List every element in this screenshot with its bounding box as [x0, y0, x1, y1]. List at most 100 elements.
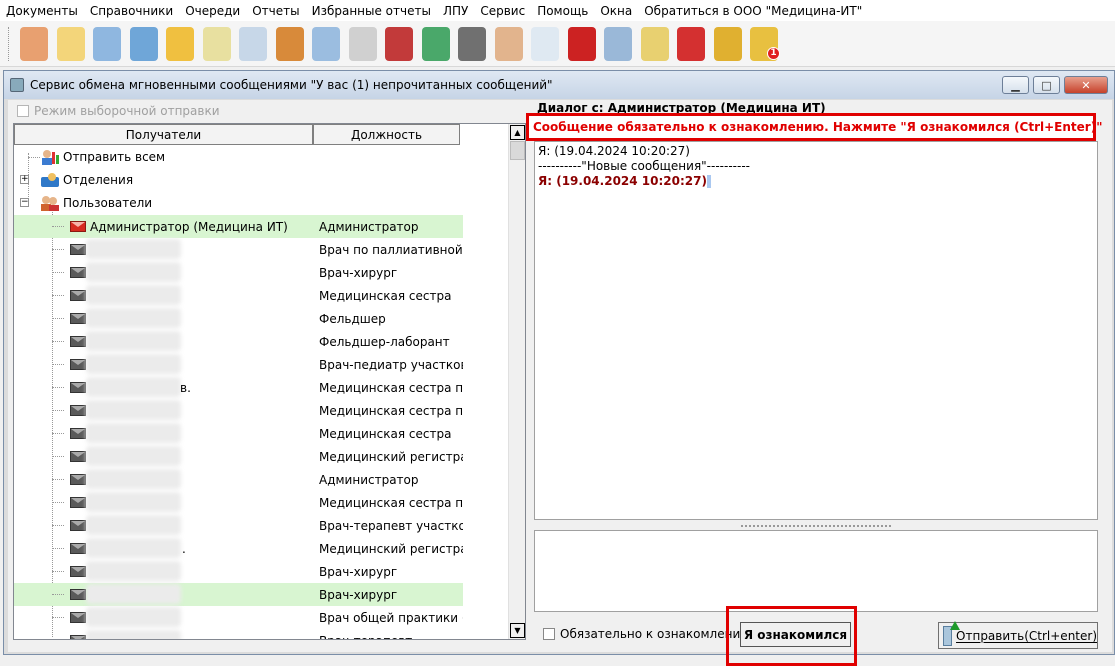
menu-item[interactable]: Документы [6, 4, 78, 18]
dialog-pane: Диалог с: Администратор (Медицина ИТ) Со… [526, 100, 1112, 666]
selective-send-checkbox[interactable]: Режим выборочной отправки [17, 102, 220, 119]
padlock-icon[interactable] [713, 26, 742, 61]
toolbar-grip[interactable] [8, 26, 11, 61]
user-row[interactable]: Фельдшер-лаборант [14, 330, 463, 353]
user-row[interactable]: Врач-терапевт [14, 629, 463, 639]
notepad-icon[interactable] [202, 26, 231, 61]
column-position[interactable]: Должность [313, 124, 460, 145]
message-input[interactable] [534, 530, 1098, 612]
scroll-down-icon[interactable]: ▼ [510, 623, 525, 638]
menu-item[interactable]: Очереди [185, 4, 240, 18]
envelope-icon [70, 635, 86, 639]
user-row[interactable]: Врач-терапевт участков [14, 514, 463, 537]
acknowledge-button[interactable]: Я ознакомился [740, 622, 851, 647]
history-splitter[interactable] [534, 523, 1098, 529]
tree-node-users[interactable]: − Пользователи [14, 192, 509, 214]
envelope-icon [70, 497, 86, 508]
pills-icon[interactable] [421, 26, 450, 61]
column-recipients[interactable]: Получатели [14, 124, 313, 145]
user-position: Врач-хирург [319, 564, 398, 579]
menu-item[interactable]: Обратиться в ООО "Медицина-ИТ" [644, 4, 862, 18]
messages-icon[interactable]: 1 [750, 26, 780, 61]
redacted-name [86, 308, 181, 328]
tree-node-departments[interactable]: + Отделения [14, 169, 509, 191]
mandatory-notice-banner: Сообщение обязательно к ознакомлению. На… [526, 113, 1102, 141]
user-row[interactable]: Фельдшер [14, 307, 463, 330]
mandatory-checkbox[interactable]: Обязательно к ознакомлению [543, 627, 750, 641]
journal-icon[interactable] [56, 26, 85, 61]
user-row[interactable]: Врач-хирург [14, 261, 463, 284]
books-icon[interactable] [385, 26, 413, 61]
message-history[interactable]: Я: (19.04.2024 10:20:27) ----------"Новые… [534, 141, 1098, 520]
schedule-icon[interactable] [604, 26, 632, 61]
mandatory-label: Обязательно к ознакомлению [560, 627, 751, 641]
redacted-name [86, 377, 181, 397]
menu-item[interactable]: Справочники [90, 4, 173, 18]
user-row[interactable]: Медицинская сестра пал [14, 491, 463, 514]
tree-line [52, 249, 64, 250]
mandatory-box[interactable] [543, 628, 555, 640]
doctor-icon[interactable] [20, 26, 48, 61]
menu-item[interactable]: ЛПУ [443, 4, 468, 18]
patient-card-icon[interactable] [93, 26, 121, 61]
nurse-icon[interactable] [494, 26, 523, 61]
selective-send-box[interactable] [17, 104, 29, 117]
pdf-icon[interactable] [677, 26, 705, 61]
maximize-button[interactable]: □ [1033, 76, 1060, 94]
red-book-icon[interactable] [567, 26, 596, 61]
person-card-icon[interactable] [129, 26, 158, 61]
user-position: Врач-терапевт участков [319, 518, 463, 533]
menu-item[interactable]: Избранные отчеты [312, 4, 431, 18]
vertical-scrollbar[interactable]: ▲ ▼ [508, 124, 525, 639]
user-position: Медицинская сестра пал [319, 403, 463, 418]
redacted-name [86, 538, 181, 558]
unread-envelope-icon [70, 221, 86, 232]
minimize-button[interactable]: ▁ [1002, 76, 1029, 94]
expand-icon[interactable]: + [20, 175, 29, 184]
user-row[interactable]: Администратор [14, 468, 463, 491]
tree-line [52, 617, 64, 618]
user-row[interactable]: Врач по паллиативной п [14, 238, 463, 261]
envelope-icon [70, 612, 86, 623]
lock-ledger-icon[interactable] [640, 26, 669, 61]
menu-item[interactable]: Окна [600, 4, 632, 18]
user-row[interactable]: Врач-хирург [14, 583, 463, 606]
user-row[interactable]: Врач общей практики (с [14, 606, 463, 629]
calendar-clock-icon[interactable] [275, 26, 304, 61]
lab-flasks-icon[interactable] [166, 26, 194, 61]
user-name: Администратор (Медицина ИТ) [90, 219, 288, 234]
scroll-up-icon[interactable]: ▲ [510, 125, 525, 140]
user-row[interactable]: Администратор (Медицина ИТ) Администратор [14, 215, 463, 238]
menu-item[interactable]: Отчеты [252, 4, 299, 18]
user-row[interactable]: Врач-педиатр участковь [14, 353, 463, 376]
user-position: Медицинский регистрато [319, 449, 463, 464]
user-row[interactable]: Медицинская сестра [14, 284, 463, 307]
redacted-name [86, 262, 181, 282]
user-position: Медицинская сестра пал [319, 380, 463, 395]
medical-chart-icon[interactable] [312, 26, 340, 61]
collapse-icon[interactable]: − [20, 198, 29, 207]
user-row[interactable]: . Медицинский регистрато [14, 537, 463, 560]
menu-item[interactable]: Сервис [480, 4, 525, 18]
user-position: Медицинская сестра [319, 288, 452, 303]
user-row[interactable]: Медицинская сестра пал [14, 399, 463, 422]
syringe-icon[interactable] [239, 26, 267, 61]
first-aid-kit-icon[interactable] [348, 26, 377, 61]
user-row[interactable]: Медицинская сестра [14, 422, 463, 445]
envelope-icon [70, 359, 86, 370]
user-row[interactable]: в. Медицинская сестра пал [14, 376, 463, 399]
envelope-icon [70, 244, 86, 255]
send-button[interactable]: Отправить(Ctrl+enter) [938, 620, 1098, 649]
barcode-scanner-icon[interactable] [458, 26, 486, 61]
grid-header: Получатели Должность [14, 124, 509, 145]
user-row[interactable]: Врач-хирург [14, 560, 463, 583]
user-row[interactable]: Медицинский регистрато [14, 445, 463, 468]
tree-node-send-all[interactable]: Отправить всем [14, 146, 509, 168]
scroll-thumb[interactable] [510, 141, 525, 160]
users-icon [40, 194, 60, 212]
title-bar[interactable]: Сервис обмена мгновенными сообщениями "У… [4, 71, 1114, 99]
menu-item[interactable]: Помощь [537, 4, 588, 18]
tree-line [52, 387, 64, 388]
thermometer-icon[interactable] [531, 26, 559, 61]
close-button[interactable]: ✕ [1064, 76, 1108, 94]
